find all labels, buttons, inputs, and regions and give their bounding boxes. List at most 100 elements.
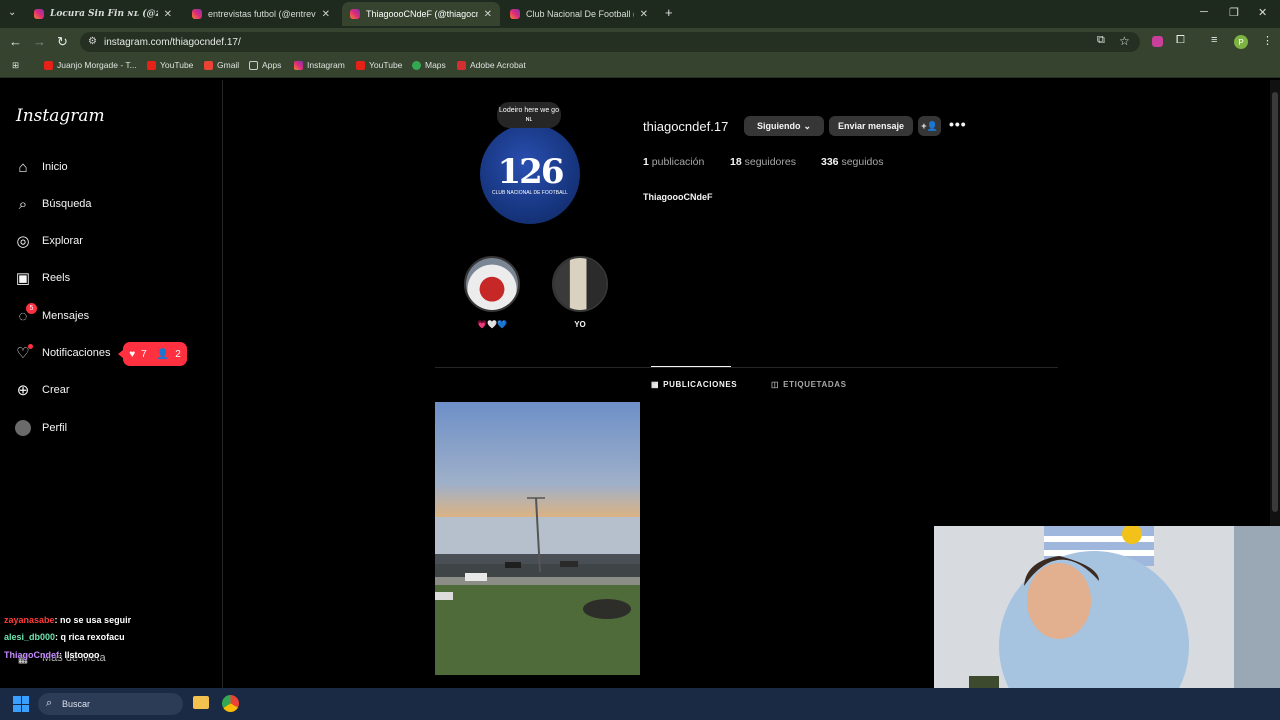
chat-username: ThiagoCndef (4, 650, 59, 660)
sunset-photo (435, 402, 640, 675)
posts-count: 1 (643, 156, 649, 168)
install-app-icon[interactable]: ⧉ (1097, 34, 1105, 47)
search-icon: ⌕ (18, 195, 28, 213)
close-icon[interactable]: ✕ (164, 9, 172, 20)
windows-start-icon[interactable] (13, 696, 29, 712)
url-bar[interactable]: ⚙ instagram.com/thiagocndef.17/ (80, 32, 1140, 52)
restore-icon[interactable]: ❐ (1229, 6, 1239, 19)
close-icon[interactable]: ✕ (322, 9, 330, 20)
instagram-logo[interactable]: Instagram (16, 106, 105, 126)
youtube-icon (147, 60, 156, 70)
url-text: instagram.com/thiagocndef.17/ (104, 36, 241, 48)
suggest-users-button[interactable]: +👤 (918, 116, 941, 136)
sidebar-item-perfil[interactable]: Perfil (14, 419, 67, 437)
back-arrow-icon[interactable]: ← (9, 34, 22, 49)
window-close-icon[interactable]: ✕ (1258, 6, 1267, 19)
minimize-icon[interactable]: ─ (1200, 6, 1208, 18)
post-thumbnail[interactable] (435, 402, 640, 675)
close-icon[interactable]: ✕ (484, 9, 492, 20)
extensions-puzzle-icon[interactable]: ⧠ (1176, 34, 1185, 47)
scrollbar-thumb[interactable] (1272, 92, 1278, 512)
sidebar-item-crear[interactable]: ⊕ Crear (14, 381, 70, 399)
bookmark-youtube[interactable]: YouTube (147, 60, 193, 70)
file-explorer-icon[interactable] (193, 696, 209, 709)
send-message-button[interactable]: Enviar mensaje (829, 116, 913, 136)
profile-note-bubble[interactable]: Lodeiro here we go ɴʟ (497, 102, 561, 128)
instagram-icon (294, 60, 303, 70)
story-highlight-1[interactable] (464, 256, 520, 312)
kebab-menu-icon[interactable]: ⋮ (1262, 34, 1273, 47)
acrobat-icon (457, 60, 466, 70)
followers-stat[interactable]: 18 seguidores (730, 156, 796, 168)
chat-username: zayanasabe (4, 615, 55, 625)
add-person-icon: +👤 (921, 120, 938, 131)
reading-list-icon[interactable]: ≡ (1211, 34, 1217, 46)
sidebar-item-notificaciones[interactable]: ♡ Notificaciones (14, 344, 110, 362)
browser-tab-4[interactable]: Club Nacional De Football (@n ✕ (502, 2, 656, 26)
folder-icon (249, 60, 258, 70)
windows-taskbar: ⌕ Buscar (0, 688, 1280, 720)
chat-message: zayanasabe: no se usa seguir (4, 615, 131, 625)
tab-search-chevron-icon[interactable]: ⌄ (8, 7, 16, 18)
close-icon[interactable]: ✕ (640, 9, 648, 20)
apps-grid-icon[interactable]: ⊞ (12, 60, 19, 71)
bookmark-label: Maps (425, 60, 446, 70)
sidebar-item-busqueda[interactable]: ⌕ Búsqueda (14, 195, 92, 213)
bookmark-star-icon[interactable]: ☆ (1119, 34, 1130, 48)
sidebar-item-mensajes[interactable]: ◌ 5 Mensajes (14, 303, 89, 325)
tab-publicaciones[interactable]: ▦ PUBLICACIONES (651, 380, 737, 389)
following-button[interactable]: Siguiendo ⌄ (744, 116, 824, 136)
profile-avatar-icon[interactable]: P (1234, 35, 1248, 49)
reload-icon[interactable]: ↻ (57, 34, 68, 50)
profile-username: thiagocndef.17 (643, 119, 729, 134)
instagram-favicon-icon (510, 9, 520, 19)
bookmark-label: YouTube (369, 60, 403, 70)
more-options-icon[interactable]: ••• (949, 116, 967, 132)
sidebar-item-inicio[interactable]: ⌂ Inicio (14, 158, 67, 176)
tab-etiquetadas[interactable]: ◫ ETIQUETADAS (771, 380, 847, 389)
sidebar-item-label: Búsqueda (42, 198, 92, 210)
maps-pin-icon (412, 60, 421, 70)
sidebar-item-reels[interactable]: ▣ Reels (14, 269, 70, 287)
following-count: 336 (821, 156, 839, 168)
page-scrollbar[interactable] (1270, 80, 1280, 526)
bookmark-acrobat[interactable]: Adobe Acrobat (457, 60, 526, 70)
tab-title: Club Nacional De Football (@n (526, 9, 634, 19)
youtube-icon (356, 60, 365, 70)
following-stat[interactable]: 336 seguidos (821, 156, 883, 168)
extension-icon[interactable] (1152, 36, 1163, 47)
posts-label: publicación (651, 156, 705, 168)
site-settings-icon[interactable]: ⚙ (88, 36, 97, 47)
taskbar-search[interactable]: ⌕ Buscar (38, 693, 183, 715)
new-tab-plus-icon[interactable]: + (665, 5, 673, 20)
forward-arrow-icon[interactable]: → (33, 34, 46, 49)
bookmark-label: Gmail (217, 60, 240, 70)
bookmark-label: Instagram (307, 60, 345, 70)
profile-avatar[interactable]: 126 CLUB NACIONAL DE FOOTBALL (480, 124, 580, 224)
gmail-icon (204, 60, 213, 70)
tab-title: entrevistas futbol (@entrevistas (208, 9, 316, 19)
browser-toolbar: ← → ↻ ⚙ instagram.com/thiagocndef.17/ ⧉ … (0, 28, 1280, 56)
browser-tab-3-active[interactable]: ThiagoooCNdeF (@thiagocnde ✕ (342, 2, 500, 26)
person-icon: 👤 (156, 348, 170, 360)
chat-username: alesi_db000 (4, 632, 56, 642)
sidebar-item-explorar[interactable]: ◎ Explorar (14, 232, 83, 250)
youtube-icon (44, 60, 53, 70)
bookmark-apps[interactable]: Apps (249, 60, 281, 70)
send-message-label: Enviar mensaje (837, 121, 905, 131)
browser-tab-2[interactable]: entrevistas futbol (@entrevistas ✕ (184, 2, 338, 26)
story-highlight-2[interactable] (552, 256, 608, 312)
instagram-favicon-icon (34, 9, 44, 19)
likes-count: 7 (141, 348, 147, 360)
bookmark-instagram[interactable]: Instagram (294, 60, 345, 70)
bookmark-youtube-2[interactable]: YouTube (356, 60, 402, 70)
bookmark-maps[interactable]: Maps (412, 60, 446, 70)
posts-stat: 1 publicación (643, 156, 704, 168)
bookmark-gmail[interactable]: Gmail (204, 60, 239, 70)
reels-icon: ▣ (15, 270, 31, 287)
chrome-icon[interactable] (222, 695, 239, 712)
browser-tab-1[interactable]: Locura Sin Fin ɴʟ (@zayan ✕ (26, 2, 180, 26)
bookmark-juanjo[interactable]: Juanjo Morgade - T... (44, 60, 137, 70)
bookmark-label: Adobe Acrobat (470, 60, 526, 70)
notifications-popup-pill[interactable]: ♥ 7 👤 2 (118, 342, 187, 366)
